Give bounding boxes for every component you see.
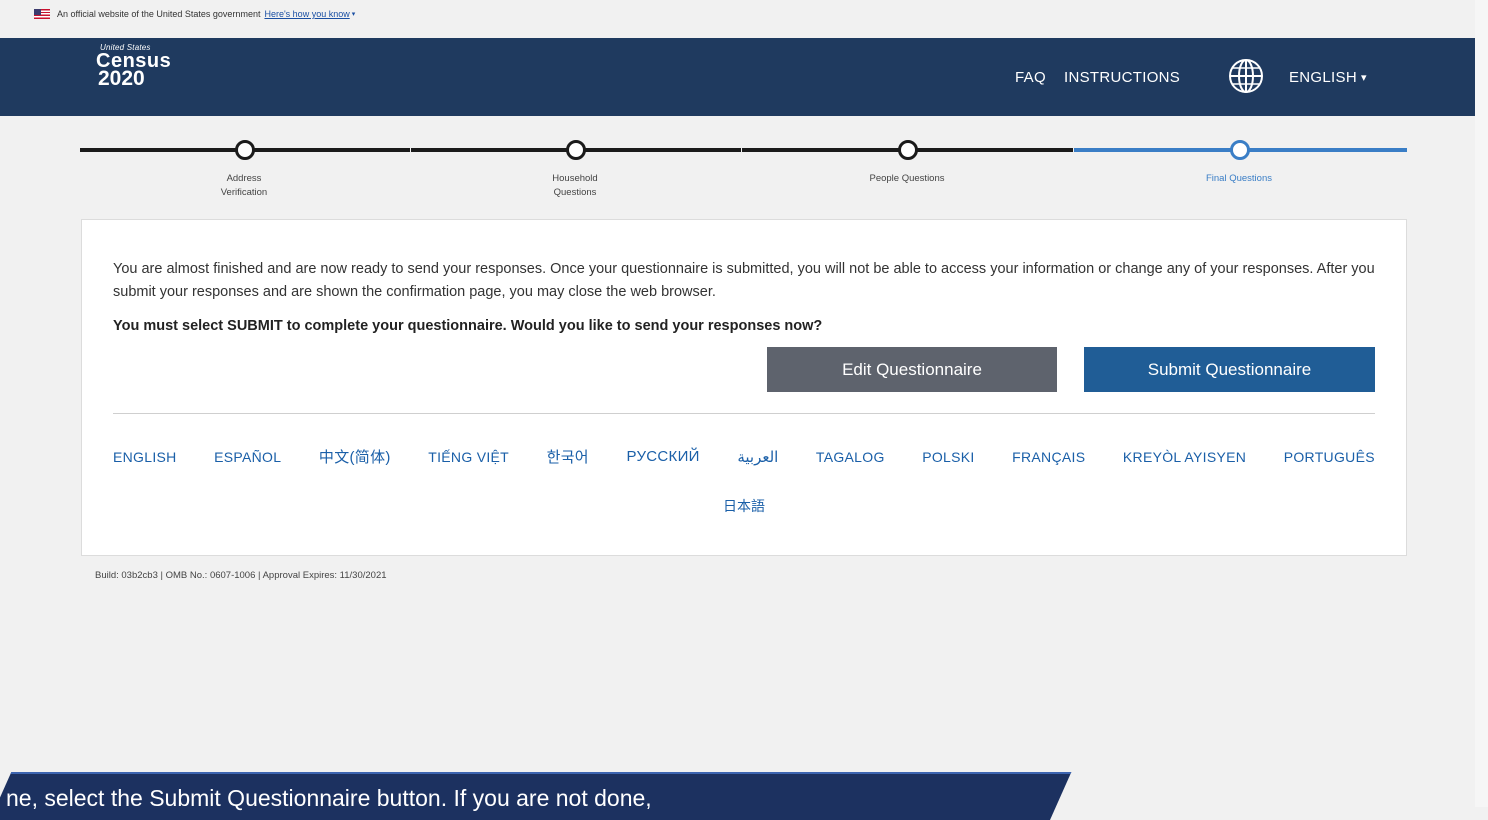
submit-questionnaire-button[interactable]: Submit Questionnaire xyxy=(1084,347,1375,392)
divider xyxy=(113,413,1375,414)
lang-link-portuguese[interactable]: PORTUGUÊS xyxy=(1284,449,1375,465)
nav-faq-link[interactable]: FAQ xyxy=(1015,38,1046,116)
lang-link-tagalog[interactable]: TAGALOG xyxy=(816,449,885,465)
language-selector-label: ENGLISH xyxy=(1289,68,1357,86)
build-info: Build: 03b2cb3 | OMB No.: 0607-1006 | Ap… xyxy=(95,570,387,581)
gov-banner-text: An official website of the United States… xyxy=(57,9,261,19)
final-questions-card: You are almost finished and are now read… xyxy=(81,219,1407,556)
lang-link-english[interactable]: ENGLISH xyxy=(113,449,177,465)
lang-link-polish[interactable]: POLSKI xyxy=(922,449,974,465)
step-label-final: Final Questions xyxy=(1205,173,1272,184)
tutorial-callout-text: ne, select the Submit Questionnaire butt… xyxy=(6,785,652,811)
census-2020-logo[interactable]: United States Census 2020 xyxy=(96,44,171,90)
lang-link-japanese[interactable]: 日本語 xyxy=(82,496,1406,516)
lang-link-arabic[interactable]: العربية xyxy=(737,448,778,466)
heres-how-you-know-link[interactable]: Here's how you know xyxy=(264,9,349,19)
lang-link-haitian-creole[interactable]: KREYÒL AYISYEN xyxy=(1123,449,1246,465)
step-marker-address xyxy=(235,140,255,160)
lang-link-russian[interactable]: РУССКИЙ xyxy=(626,448,699,465)
site-header: United States Census 2020 FAQ INSTRUCTIO… xyxy=(0,38,1475,116)
gov-banner: An official website of the United States… xyxy=(0,0,1475,28)
progress-steps: Address Verification Household Questions… xyxy=(80,138,1407,208)
step-marker-household xyxy=(566,140,586,160)
lang-link-french[interactable]: FRANÇAIS xyxy=(1012,449,1085,465)
submit-question: You must select SUBMIT to complete your … xyxy=(113,318,823,334)
nav-instructions-link[interactable]: INSTRUCTIONS xyxy=(1064,38,1180,116)
lang-link-korean[interactable]: 한국어 xyxy=(547,446,589,467)
right-edge-strip xyxy=(1475,0,1488,807)
lang-link-chinese[interactable]: 中文(简体) xyxy=(319,446,391,467)
language-links: ENGLISH ESPAÑOL 中文(简体) TIẾNG VIỆT 한국어 РУ… xyxy=(113,446,1375,467)
edit-questionnaire-button[interactable]: Edit Questionnaire xyxy=(767,347,1057,392)
chevron-down-icon[interactable]: ▾ xyxy=(352,10,356,18)
step-label-household: Household Questions xyxy=(552,173,598,198)
globe-icon[interactable] xyxy=(1227,57,1265,95)
caret-down-icon: ▾ xyxy=(1360,71,1367,84)
lang-link-spanish[interactable]: ESPAÑOL xyxy=(214,449,281,465)
step-label-address: Address Verification xyxy=(220,173,268,198)
final-message: You are almost finished and are now read… xyxy=(113,261,1375,300)
language-selector[interactable]: ENGLISH ▾ xyxy=(1289,38,1367,116)
us-flag-icon xyxy=(34,9,50,19)
lang-link-vietnamese[interactable]: TIẾNG VIỆT xyxy=(428,449,509,465)
step-marker-final xyxy=(1230,140,1250,160)
step-label-people: People Questions xyxy=(869,173,945,184)
step-marker-people xyxy=(898,140,918,160)
